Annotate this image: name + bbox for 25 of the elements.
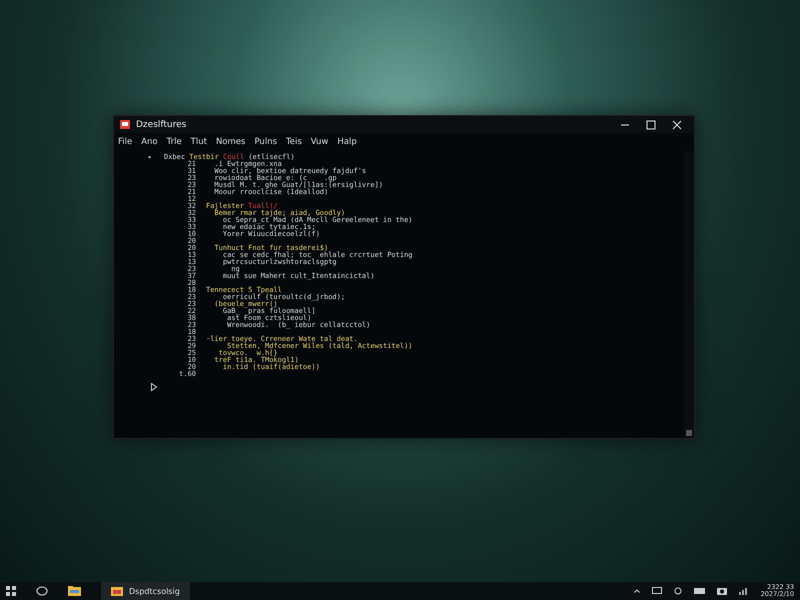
monitor-icon[interactable]	[652, 587, 662, 595]
folder-icon[interactable]	[68, 586, 81, 596]
camera-icon[interactable]	[716, 587, 727, 595]
pointer-icon	[151, 383, 157, 391]
menu-item[interactable]: Pulns	[254, 137, 277, 147]
close-icon[interactable]	[672, 120, 682, 130]
menu-item[interactable]: File	[118, 137, 132, 147]
menu-item[interactable]: Ano	[141, 137, 158, 147]
menu-item[interactable]: Vuw	[310, 137, 328, 147]
menu-item[interactable]: Trle	[166, 137, 182, 147]
chevron-icon[interactable]	[634, 589, 640, 593]
app-icon	[120, 120, 130, 129]
search-icon[interactable]	[36, 586, 48, 596]
start-icon[interactable]	[6, 586, 16, 596]
menu-item[interactable]: Nomes	[216, 137, 246, 147]
menu-item[interactable]: Tlut	[190, 137, 207, 147]
battery-icon[interactable]	[694, 588, 705, 594]
app-icon	[111, 586, 123, 596]
maximize-icon[interactable]	[646, 120, 656, 130]
window-title: Dzeslftures	[136, 120, 186, 130]
menu-item[interactable]: Halp	[337, 137, 357, 147]
menu-item[interactable]: Teis	[286, 137, 302, 147]
taskbar-app-button[interactable]: Dspdtcsolsig	[101, 582, 190, 600]
scrollbar[interactable]	[684, 151, 694, 438]
network-icon[interactable]	[738, 587, 749, 595]
